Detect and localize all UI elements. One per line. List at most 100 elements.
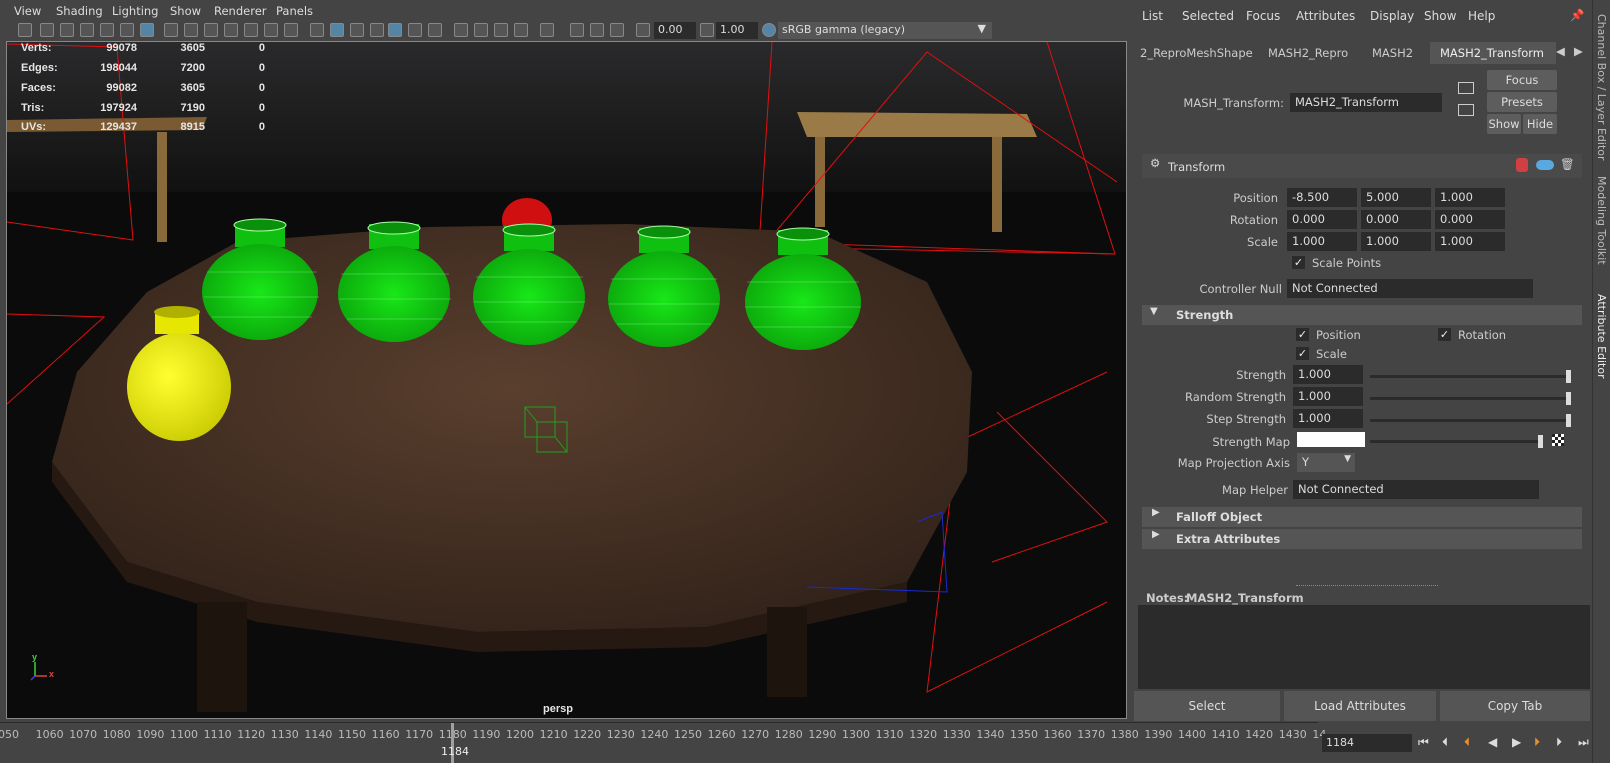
strength-map-slider[interactable] <box>1370 440 1542 443</box>
menu-lighting[interactable]: Lighting <box>112 4 158 18</box>
random-strength-slider[interactable] <box>1370 397 1570 400</box>
rotation-y-field[interactable]: 0.000 <box>1361 210 1431 229</box>
menu-shading[interactable]: Shading <box>56 4 103 18</box>
strength-rotation-checkbox[interactable]: ✓ <box>1438 328 1451 341</box>
falloff-section[interactable]: Falloff Object <box>1142 507 1582 527</box>
presets-button[interactable]: Presets <box>1487 92 1557 112</box>
rotation-x-field[interactable]: 0.000 <box>1287 210 1357 229</box>
side-tab-attribute-editor[interactable]: Attribute Editor <box>1595 294 1608 379</box>
prev-key-icon[interactable]: ⏴ <box>1464 735 1470 750</box>
ae-menu-show[interactable]: Show <box>1424 9 1456 23</box>
ae-menu-attributes[interactable]: Attributes <box>1296 9 1355 23</box>
go-to-start-icon[interactable]: ⏮ <box>1418 735 1429 750</box>
camera-icon[interactable] <box>18 23 32 37</box>
select-button[interactable]: Select <box>1134 691 1280 721</box>
color-space-select[interactable]: sRGB gamma (legacy) ▼ <box>778 22 992 39</box>
field-chart-icon[interactable] <box>244 23 258 37</box>
side-tab-modeling-toolkit[interactable]: Modeling Toolkit <box>1595 176 1608 265</box>
time-slider[interactable]: 050 1060 1070 1080 1090 1100 1110 1120 1130 1140 1… <box>0 722 1326 763</box>
camera-attr-icon[interactable] <box>60 23 74 37</box>
grease-pencil-icon[interactable] <box>140 23 154 37</box>
ae-menu-focus[interactable]: Focus <box>1246 9 1280 23</box>
position-y-field[interactable]: 5.000 <box>1361 188 1431 207</box>
strength-section[interactable]: Strength <box>1142 305 1582 325</box>
play-backward-icon[interactable]: ◀ <box>1488 735 1497 749</box>
grid-icon[interactable] <box>164 23 178 37</box>
splitter-handle[interactable] <box>1296 585 1438 586</box>
wireframe-on-shaded-icon[interactable] <box>350 23 364 37</box>
pin-icon[interactable]: 📌 <box>1570 8 1584 22</box>
shadows-icon[interactable] <box>408 23 422 37</box>
position-z-field[interactable]: 1.000 <box>1435 188 1505 207</box>
tab-scroll-left-icon[interactable]: ◀ <box>1556 44 1565 58</box>
scale-z-field[interactable]: 1.000 <box>1435 232 1505 251</box>
map-texture-icon[interactable] <box>1552 434 1564 446</box>
tab-scroll-right-icon[interactable]: ▶ <box>1574 44 1583 58</box>
strength-position-checkbox[interactable]: ✓ <box>1296 328 1309 341</box>
strength-map-swatch[interactable] <box>1297 432 1365 447</box>
ae-menu-help[interactable]: Help <box>1468 9 1495 23</box>
ae-menu-list[interactable]: List <box>1142 9 1163 23</box>
select-node-icon[interactable] <box>1458 82 1474 94</box>
exposure-field[interactable]: 0.00 <box>654 22 696 39</box>
textured-icon[interactable] <box>370 23 384 37</box>
anti-aliasing-icon[interactable] <box>494 23 508 37</box>
scale-y-field[interactable]: 1.000 <box>1361 232 1431 251</box>
load-attributes-button[interactable]: Load Attributes <box>1284 691 1436 721</box>
strength-map-handle[interactable] <box>1538 435 1543 448</box>
focus-button[interactable]: Focus <box>1487 70 1557 90</box>
step-strength-field[interactable]: 1.000 <box>1293 409 1363 428</box>
ambient-occlusion-icon[interactable] <box>454 23 468 37</box>
wireframe-icon[interactable] <box>310 23 324 37</box>
output-connections-icon[interactable] <box>1458 104 1474 116</box>
controller-null-field[interactable]: Not Connected <box>1287 279 1533 298</box>
node-name-field[interactable]: MASH2_Transform <box>1290 93 1442 112</box>
strength-slider[interactable] <box>1370 375 1570 378</box>
menu-show[interactable]: Show <box>170 4 201 18</box>
gamma-icon[interactable] <box>700 23 714 37</box>
notes-textarea[interactable] <box>1138 605 1590 689</box>
map-axis-select[interactable]: Y ▼ <box>1297 453 1355 472</box>
2d-pan-icon[interactable] <box>120 23 134 37</box>
image-plane-icon[interactable] <box>100 23 114 37</box>
scale-points-checkbox[interactable]: ✓ <box>1292 256 1305 269</box>
step-forward-icon[interactable]: ⏵ <box>1556 735 1562 750</box>
tab-mash2-repro[interactable]: MASH2_Repro <box>1258 42 1358 64</box>
isolate-select-icon[interactable] <box>540 23 554 37</box>
depth-of-field-icon[interactable] <box>514 23 528 37</box>
random-strength-handle[interactable] <box>1566 392 1571 405</box>
step-back-icon[interactable]: ⏴ <box>1442 735 1448 750</box>
camera-lock-icon[interactable] <box>40 23 54 37</box>
enable-toggle-icon[interactable] <box>1536 160 1554 170</box>
color-management-icon[interactable] <box>762 23 776 37</box>
menu-panels[interactable]: Panels <box>276 4 313 18</box>
extra-attributes-section[interactable]: Extra Attributes <box>1142 529 1582 549</box>
position-x-field[interactable]: -8.500 <box>1287 188 1357 207</box>
strength-slider-handle[interactable] <box>1566 370 1571 383</box>
menu-view[interactable]: View <box>14 4 41 18</box>
next-key-icon[interactable]: ⏵ <box>1534 735 1540 750</box>
step-strength-handle[interactable] <box>1566 414 1571 427</box>
strength-field[interactable]: 1.000 <box>1293 365 1363 384</box>
xray-icon[interactable] <box>428 23 442 37</box>
tab-repromeshshape[interactable]: 2_ReproMeshShape <box>1138 42 1263 64</box>
side-tab-channel-box[interactable]: Channel Box / Layer Editor <box>1595 14 1608 161</box>
map-helper-field[interactable]: Not Connected <box>1293 480 1539 499</box>
film-gate-icon[interactable] <box>184 23 198 37</box>
random-strength-field[interactable]: 1.000 <box>1293 387 1363 406</box>
tab-mash2[interactable]: MASH2 <box>1362 42 1423 64</box>
exposure-icon[interactable] <box>636 23 650 37</box>
smooth-shade-icon[interactable] <box>330 23 344 37</box>
current-frame-field[interactable]: 1184 <box>1322 734 1412 752</box>
gamma-field[interactable]: 1.00 <box>716 22 758 39</box>
ae-menu-display[interactable]: Display <box>1370 9 1414 23</box>
copy-tab-button[interactable]: Copy Tab <box>1440 691 1590 721</box>
copy-icon[interactable] <box>570 23 584 37</box>
safe-title-icon[interactable] <box>284 23 298 37</box>
hide-button[interactable]: Hide <box>1523 114 1557 134</box>
frame-icon[interactable] <box>610 23 624 37</box>
tab-mash2-transform[interactable]: MASH2_Transform <box>1430 42 1556 64</box>
delete-icon[interactable]: 🗑 <box>1560 157 1575 171</box>
strength-scale-checkbox[interactable]: ✓ <box>1296 347 1309 360</box>
safe-action-icon[interactable] <box>264 23 278 37</box>
